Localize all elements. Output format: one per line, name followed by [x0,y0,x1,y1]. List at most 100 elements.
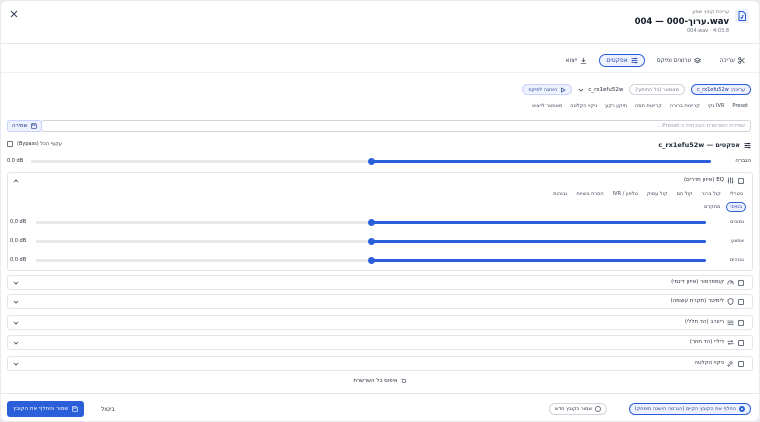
cancel-button[interactable]: ביטול [101,406,115,413]
radio-selected[interactable] [739,406,745,412]
chevron-down-icon [13,341,19,345]
preset-chip[interactable]: תיקון רקע [602,101,630,111]
close-button[interactable] [10,10,18,18]
bypass-checkbox[interactable] [7,141,13,147]
header-divider [1,43,759,44]
eq-preset-chip[interactable]: גבוהות [550,189,570,199]
preview-play-button[interactable]: האזנה לפיקס [522,84,573,95]
limiter-checkbox[interactable] [738,299,744,305]
preset-name-input[interactable]: שמירת השרשרת הנוכחית כ-Preset... [41,120,751,132]
save-new-label: שמור כקובץ חדש [555,406,592,412]
gauge-icon [727,280,734,285]
eq-band-slider-thumb[interactable] [368,257,375,264]
eq-band-slider-thumb[interactable] [368,238,375,245]
gain-value: 0.0 dB [7,158,24,164]
bypass-toggle[interactable]: עקוף הכל (Bypass) [7,141,62,147]
tab-effects[interactable]: אפקטים [599,54,645,67]
cleanup-checkbox[interactable] [738,361,744,367]
shield-icon [727,298,734,305]
chevron-down-icon [13,362,19,366]
file-meta: 004.wav · 4:03.8 [686,28,729,34]
save-preset-button[interactable]: שמירה [7,120,42,132]
eq-band-slider[interactable] [36,257,706,264]
limiter-card[interactable]: לימיטר (תקרת עוצמה) [7,294,753,309]
save-icon [30,123,37,129]
eq-mode-row: בסיסי מתקדם [701,202,746,212]
chevron-down-icon [579,88,584,92]
eq-band-slider-fill [371,240,706,243]
save-replace-label: שמור והחלף את הקובץ [13,406,69,412]
limiter-label: לימיטר (תקרת עוצמה) [670,298,724,304]
chevron-down-icon [13,321,19,325]
file-audio-icon [735,9,749,23]
eq-band-label: גבוהים [729,257,744,263]
scissors-icon [738,57,745,64]
eq-preset-row: ניטרלי קול ברור קול חם קול עמוק טלפון / … [550,189,746,199]
play-icon [561,86,567,93]
replace-existing-option[interactable]: החלף את הקובץ הקיים (הגרסה הישנה תימחק) [628,403,751,415]
eq-mode-advanced[interactable]: מתקדם [701,202,723,212]
eq-preset-chip[interactable]: קול עמוק [644,189,671,199]
chevron-up-icon[interactable] [13,178,19,184]
save-replace-button[interactable]: שמור והחלף את הקובץ [7,401,85,417]
tab-channels[interactable]: ערוצים ומיקס [651,54,708,67]
tab-effects-label: אפקטים [606,57,628,64]
delay-label: דיליי (הד חוזר) [689,339,724,345]
repeat-icon [727,339,734,346]
close-icon [10,10,18,18]
eq-band-slider-fill [371,221,706,224]
eq-card: EQ (איזון תדרים) ניטרלי קול ברור קול חם … [7,172,753,271]
gain-slider[interactable] [31,158,711,165]
master-chip[interactable]: מאסטר (כל החיתוך) [629,84,685,95]
reset-icon [401,378,406,383]
eq-preset-chip[interactable]: הסרת בוציות [574,189,607,199]
preset-label: Preset [732,103,748,109]
eq-preset-chip[interactable]: טלפון / IVR [610,189,641,199]
bypass-label: עקוף הכל (Bypass) [17,141,62,147]
save-new-option[interactable]: שמור כקובץ חדש [549,403,607,415]
target-row: עריכה: c_rx1efu52w מאסטר (כל החיתוך) c_r… [522,84,751,95]
reset-chain-button[interactable]: איפוס כל השרשרת [1,378,759,384]
delay-card[interactable]: דיליי (הד חוזר) [7,335,753,350]
preset-chip[interactable]: ניקוי הקלטה [567,101,600,111]
layers-icon [694,57,702,64]
eq-preset-chip[interactable]: קול חם [674,189,696,199]
gain-label: הגברה [735,158,751,164]
reverb-card[interactable]: ריוורב (הד חללי) [7,315,753,330]
eq-mode-basic[interactable]: בסיסי [726,202,746,212]
radio-unselected[interactable] [595,406,601,412]
eq-band-label: נמוכים [730,219,744,225]
eq-preset-chip[interactable]: ניטרלי [727,189,746,199]
cleanup-card[interactable]: ניקוי הקלטה [7,356,753,371]
eq-band-slider-thumb[interactable] [368,219,375,226]
gain-slider-thumb[interactable] [368,158,375,165]
track-select[interactable]: c_rx1efu52w [578,87,623,93]
gain-slider-fill [371,160,711,163]
tab-channels-label: ערוצים ומיקס [656,57,692,64]
eq-preset-chip[interactable]: קול ברור [699,189,724,199]
eq-label: EQ (איזון תדרים) [683,177,724,183]
tab-bar: עריכה ערוצים ומיקס אפקטים ייצוא [560,54,751,67]
tab-export[interactable]: ייצוא [560,54,594,67]
preset-chip[interactable]: קריינות ברורה [667,101,703,111]
sparkles-icon [727,360,734,367]
preset-chip[interactable]: IVR נקי [705,101,728,111]
reverb-checkbox[interactable] [738,320,744,326]
replace-existing-label: החלף את הקובץ הקיים (הגרסה הישנה תימחק) [634,406,736,412]
eq-band-slider[interactable] [36,219,706,226]
tab-edit[interactable]: עריכה [713,54,751,67]
eq-band-slider[interactable] [36,238,706,245]
reverb-label: ריוורב (הד חללי) [684,319,724,325]
eq-enable-checkbox[interactable] [738,178,744,184]
compressor-card[interactable]: קומפרסור (איזון דינמי) [7,275,753,290]
eq-band-value: 0.0 dB [10,238,27,244]
track-select-value: c_rx1efu52w [588,86,624,93]
eq-band-label: אמצע [731,238,744,244]
compressor-checkbox[interactable] [738,280,744,286]
editing-target-chip[interactable]: עריכה: c_rx1efu52w [690,84,751,95]
delay-checkbox[interactable] [738,340,744,346]
preset-chip[interactable]: מאסטר לייצוא [529,101,565,111]
preset-chip[interactable]: קריינות חמה [632,101,665,111]
sliders-icon [631,57,638,64]
eq-band-slider-fill [371,259,706,262]
